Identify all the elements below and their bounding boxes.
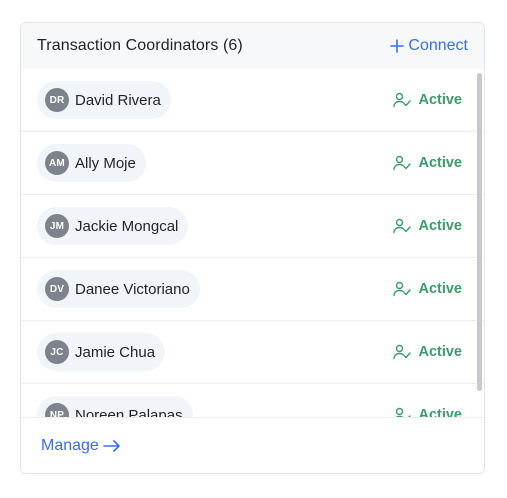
status-label: Active [418,218,462,234]
coordinator-chip[interactable]: DR David Rivera [37,81,171,119]
manage-link[interactable]: Manage [41,437,121,455]
coordinator-name: Danee Victoriano [75,280,190,298]
coordinator-row: DV Danee Victoriano Active [21,258,484,321]
status-label: Active [418,281,462,297]
plus-icon [390,39,405,53]
card-header: Transaction Coordinators (6) Connect [21,23,484,69]
avatar: NP [45,403,69,417]
user-check-icon [393,218,412,234]
coordinator-chip[interactable]: JC Jamie Chua [37,333,166,371]
avatar: AM [45,151,69,175]
transaction-coordinators-card: Transaction Coordinators (6) Connect DR D… [20,22,485,474]
coordinator-row: NP Noreen Palapas Active [21,384,484,417]
list-scrollbar-thumb[interactable] [477,73,482,391]
coordinator-row: JM Jackie Mongcal Active [21,195,484,258]
user-check-icon [393,407,412,417]
coordinator-name: Noreen Palapas [75,406,183,418]
coordinator-chip[interactable]: DV Danee Victoriano [37,270,200,308]
avatar: DR [45,88,69,112]
status-label: Active [418,92,462,108]
status-badge: Active [393,155,462,171]
coordinator-chip[interactable]: AM Ally Moje [37,144,146,182]
user-check-icon [393,344,412,360]
coordinator-name: David Rivera [75,91,161,109]
coordinator-chip[interactable]: NP Noreen Palapas [37,396,193,417]
coordinator-name: Ally Moje [75,154,136,172]
user-check-icon [393,281,412,297]
user-check-icon [393,155,412,171]
manage-label: Manage [41,436,99,454]
coordinator-row: JC Jamie Chua Active [21,321,484,384]
status-badge: Active [393,92,462,108]
coordinator-chip[interactable]: JM Jackie Mongcal [37,207,189,245]
avatar: JC [45,340,69,364]
coordinator-row: AM Ally Moje Active [21,132,484,195]
coordinator-list: DR David Rivera Active AM Ally Moje Active JM J… [21,69,484,417]
status-badge: Active [393,407,462,417]
avatar: JM [45,214,69,238]
status-badge: Active [393,344,462,360]
card-title: Transaction Coordinators (6) [37,37,243,54]
connect-button[interactable]: Connect [390,37,468,55]
user-check-icon [393,92,412,108]
status-label: Active [418,344,462,360]
status-label: Active [418,407,462,417]
coordinator-row: DR David Rivera Active [21,69,484,132]
status-badge: Active [393,281,462,297]
arrow-right-icon [103,439,121,453]
avatar: DV [45,277,69,301]
status-label: Active [418,155,462,171]
coordinator-list-viewport[interactable]: DR David Rivera Active AM Ally Moje Active JM J… [21,69,484,417]
status-badge: Active [393,218,462,234]
card-footer: Manage [21,417,484,473]
coordinator-name: Jamie Chua [75,343,156,361]
connect-label: Connect [408,37,468,54]
coordinator-name: Jackie Mongcal [75,217,179,235]
